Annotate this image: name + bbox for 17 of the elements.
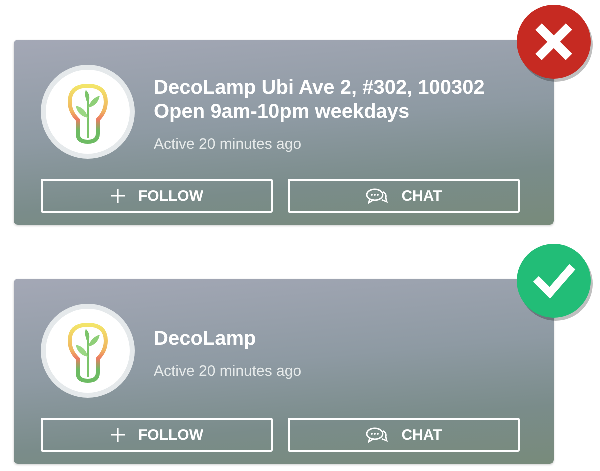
- chat-bubbles-icon: [366, 188, 388, 204]
- lightbulb-logo: [68, 84, 108, 144]
- plus-icon: [110, 189, 124, 203]
- chat-button[interactable]: CHAT: [288, 418, 520, 452]
- shop-title: Open 9am-10pm weekdays: [154, 100, 411, 124]
- shop-title: DecoLamp Ubi Ave 2, #302, 100302: [154, 76, 485, 100]
- checkmark-icon: [514, 241, 594, 321]
- chat-bubbles-icon: [366, 427, 388, 443]
- cross-icon: [514, 2, 594, 82]
- lightbulb-logo: [68, 323, 108, 383]
- follow-button[interactable]: FOLLOW: [41, 179, 273, 213]
- shop-title: DecoLamp: [154, 326, 258, 350]
- active-status: Active 20 minutes ago: [154, 136, 303, 152]
- plus-icon: [110, 428, 124, 442]
- chat-button[interactable]: CHAT: [288, 179, 520, 213]
- follow-button[interactable]: FOLLOW: [41, 418, 273, 452]
- active-status: Active 20 minutes ago: [154, 362, 302, 380]
